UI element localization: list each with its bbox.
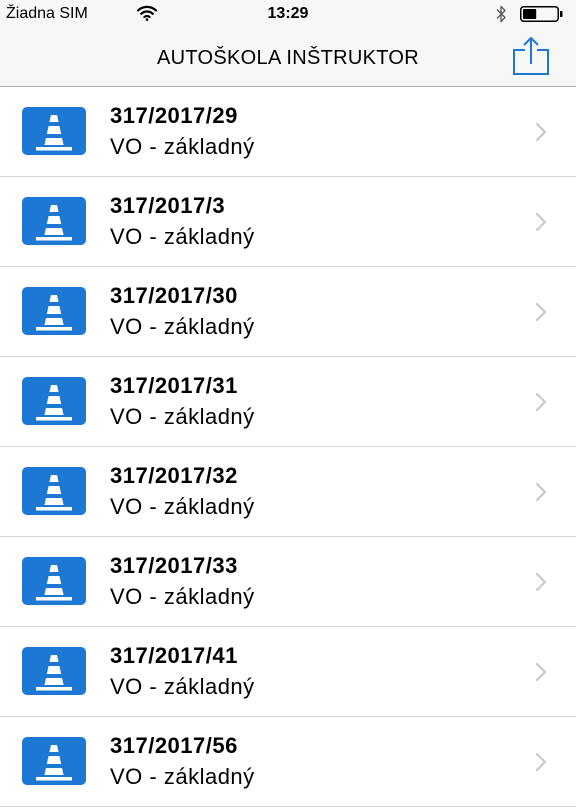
- list-item[interactable]: 317/2017/3 VO - základný: [0, 177, 576, 267]
- item-subtitle: VO - základný: [110, 404, 255, 429]
- chevron-right-icon: [534, 302, 548, 327]
- item-subtitle: VO - základný: [110, 584, 255, 609]
- traffic-cone-icon: [22, 647, 86, 695]
- traffic-cone-icon: [22, 197, 86, 245]
- status-bar: Žiadna SIM 13:29: [0, 0, 576, 28]
- item-title: 317/2017/41: [110, 643, 238, 668]
- traffic-cone-icon: [22, 467, 86, 515]
- list-item[interactable]: 317/2017/41 VO - základný: [0, 627, 576, 717]
- chevron-right-icon: [534, 482, 548, 507]
- traffic-cone-icon: [22, 107, 86, 155]
- list-item[interactable]: 317/2017/56 VO - základný: [0, 717, 576, 807]
- chevron-right-icon: [534, 392, 548, 417]
- share-icon: [513, 37, 549, 75]
- traffic-cone-icon: [22, 737, 86, 785]
- item-subtitle: VO - základný: [110, 314, 255, 339]
- item-subtitle: VO - základný: [110, 134, 255, 159]
- chevron-right-icon: [534, 572, 548, 597]
- list-item[interactable]: 317/2017/33 VO - základný: [0, 537, 576, 627]
- item-title: 317/2017/32: [110, 463, 238, 488]
- chevron-right-icon: [534, 212, 548, 237]
- list-item[interactable]: 317/2017/31 VO - základný: [0, 357, 576, 447]
- status-time: 13:29: [267, 5, 309, 22]
- chevron-right-icon: [534, 122, 548, 147]
- list-item[interactable]: 317/2017/30 VO - základný: [0, 267, 576, 357]
- item-subtitle: VO - základný: [110, 494, 255, 519]
- battery-icon: [520, 6, 564, 27]
- item-title: 317/2017/31: [110, 373, 238, 398]
- list-item[interactable]: 317/2017/32 VO - základný: [0, 447, 576, 537]
- traffic-cone-icon: [22, 377, 86, 425]
- traffic-cone-icon: [22, 557, 86, 605]
- page-title: AUTOŠKOLA INŠTRUKTOR: [157, 47, 419, 69]
- course-list: 317/2017/29 VO - základný 317/2017/3 VO …: [0, 87, 576, 807]
- chevron-right-icon: [534, 662, 548, 687]
- bluetooth-icon: [495, 4, 507, 29]
- traffic-cone-icon: [22, 287, 86, 335]
- item-title: 317/2017/33: [110, 553, 238, 578]
- share-button[interactable]: [510, 36, 552, 76]
- list-item[interactable]: 317/2017/29 VO - základný: [0, 87, 576, 177]
- item-subtitle: VO - základný: [110, 674, 255, 699]
- item-subtitle: VO - základný: [110, 224, 255, 249]
- chevron-right-icon: [534, 752, 548, 777]
- item-title: 317/2017/30: [110, 283, 238, 308]
- item-title: 317/2017/3: [110, 193, 226, 218]
- item-title: 317/2017/29: [110, 103, 238, 128]
- navigation-bar: AUTOŠKOLA INŠTRUKTOR: [0, 28, 576, 87]
- item-title: 317/2017/56: [110, 733, 238, 758]
